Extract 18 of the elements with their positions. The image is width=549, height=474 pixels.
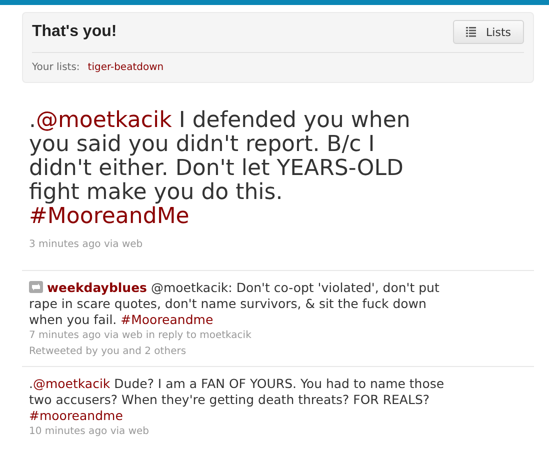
author-link[interactable]: weekdayblues: [46, 280, 147, 295]
tweet-text: .@moetkacik I defended you when you said you didn't report. B/c I didn't either. Don't let YEARS-OLD fight make you do this. #MooreandMe: [29, 109, 412, 229]
tweet-meta: 7 minutes ago via web in reply to moetkacik: [29, 329, 252, 343]
panel-title: That's you!: [32, 23, 117, 41]
retweet-info: Retweeted by you and 2 others: [29, 345, 188, 359]
list-icon: [466, 27, 476, 37]
mention-link[interactable]: @moetkacik: [32, 376, 110, 391]
lists-button[interactable]: Lists: [453, 20, 524, 44]
hashtag-link[interactable]: #Mooreandme: [120, 312, 214, 327]
tweet-meta: 3 minutes ago via web: [29, 238, 144, 252]
tweet-text: weekdayblues @moetkacik: Don't co-opt 'violated', don't put rape in scare quotes, don't name survivors, & sit the fuck down when you fail. #Mooreandme: [29, 280, 440, 328]
list-link[interactable]: tiger-beatdown: [88, 62, 164, 73]
hashtag-link[interactable]: #mooreandme: [29, 408, 123, 423]
mention-link[interactable]: @moetkacik: [36, 108, 172, 133]
lists-label: Your lists:: [32, 62, 80, 73]
hashtag-link[interactable]: #MooreandMe: [29, 204, 190, 229]
tweet-meta: 10 minutes ago via web: [29, 425, 150, 439]
tweet-text: .@moetkacik Dude? I am a FAN OF YOURS. You had to name those two accusers? When they're getting death threats? FOR REALS? #mooreandme: [29, 376, 446, 424]
